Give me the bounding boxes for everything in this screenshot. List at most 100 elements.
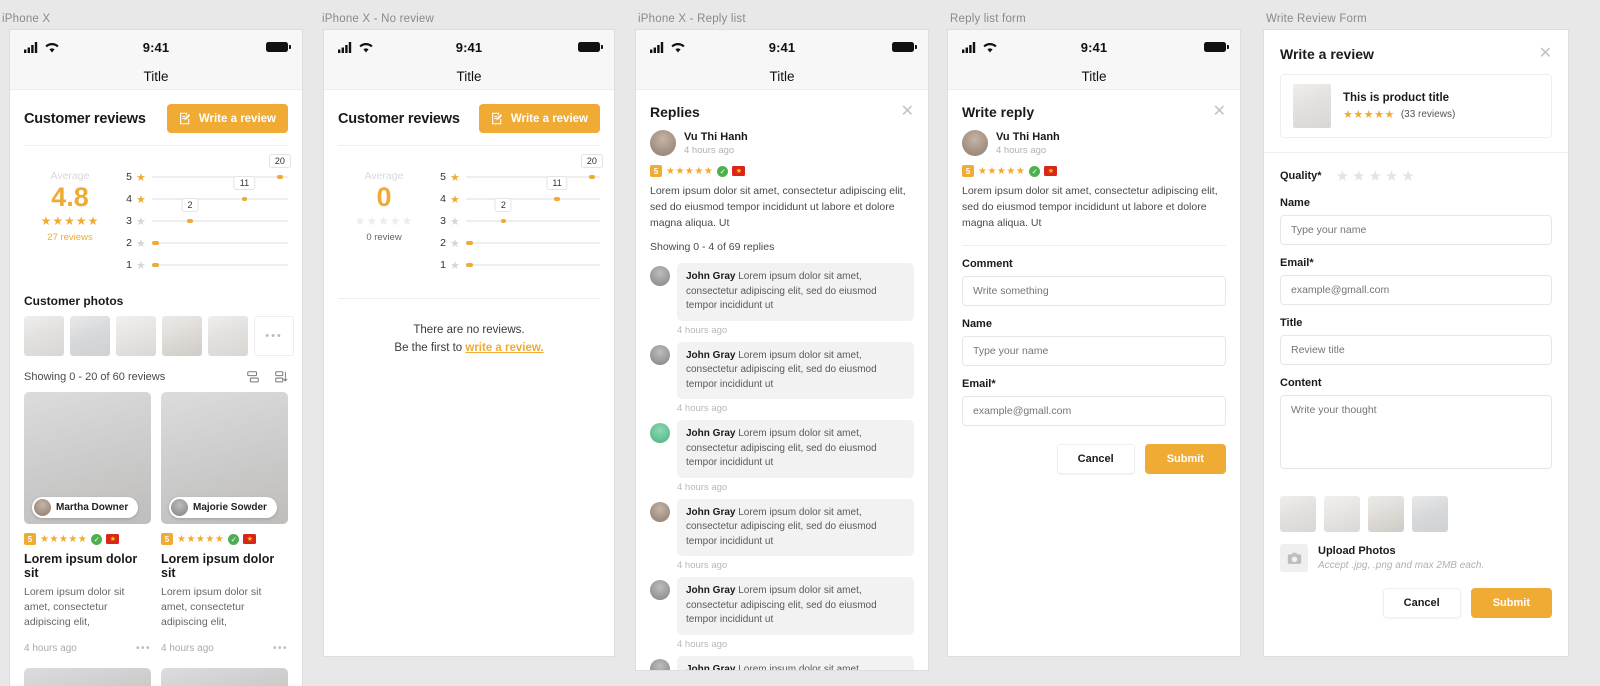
rating-bar-fill bbox=[241, 197, 248, 201]
rating-bar-row[interactable]: 5 ★ 20 bbox=[122, 154, 291, 188]
uploaded-photo-thumb[interactable] bbox=[1368, 496, 1404, 532]
rating-bar-value: 20 bbox=[268, 154, 291, 168]
rating-bar-track: 2 bbox=[151, 198, 288, 223]
upload-hint: Accept .jpg, .png and max 2MB each. bbox=[1318, 560, 1485, 571]
rating-bar-row[interactable]: 1 ★ bbox=[436, 254, 600, 276]
list-item[interactable]: John Gray Lorem ipsum dolor sit amet, co… bbox=[636, 652, 928, 670]
name-input[interactable] bbox=[962, 336, 1226, 367]
rating-row: 5 ★★★★★ ✓ ★ bbox=[636, 165, 928, 177]
submit-button[interactable]: Submit bbox=[1470, 588, 1552, 618]
avatar bbox=[650, 130, 676, 156]
status-bar: 9:41 bbox=[10, 30, 302, 64]
rating-stars: ★★★★★ bbox=[666, 165, 714, 177]
review-photo[interactable] bbox=[24, 667, 151, 686]
write-review-button[interactable]: Write a review bbox=[478, 104, 600, 133]
customer-photo-thumb[interactable] bbox=[208, 316, 248, 356]
write-review-modal: Write a review ✕ This is product title ★… bbox=[1264, 30, 1568, 656]
filter-icon[interactable] bbox=[246, 370, 260, 384]
phone-screen-reply-list: 9:41 Title Replies ✕ Vu Thi Hanh 4 hours… bbox=[636, 30, 928, 670]
write-review-link[interactable]: write a review. bbox=[465, 342, 543, 354]
write-review-pencil-icon bbox=[179, 112, 191, 125]
content-textarea[interactable] bbox=[1280, 395, 1552, 469]
rating-stars: ★★★★★ bbox=[177, 533, 225, 545]
rating-bar-row[interactable]: 2 ★ bbox=[122, 232, 288, 254]
comment-input[interactable] bbox=[962, 276, 1226, 307]
rating-bar-row[interactable]: 5 ★ 20 bbox=[436, 154, 603, 188]
cancel-button[interactable]: Cancel bbox=[1056, 444, 1135, 475]
list-item[interactable]: John Gray Lorem ipsum dolor sit amet, co… bbox=[636, 416, 928, 478]
customer-photo-thumb[interactable] bbox=[24, 316, 64, 356]
list-item[interactable]: John Gray Lorem ipsum dolor sit amet, co… bbox=[636, 259, 928, 321]
sort-icon[interactable] bbox=[274, 370, 288, 384]
more-dots-icon[interactable]: ••• bbox=[136, 643, 151, 654]
rating-bar-row[interactable]: 3 ★ 2 bbox=[436, 198, 600, 232]
customer-photo-thumb[interactable] bbox=[70, 316, 110, 356]
upload-text: Upload Photos Accept .jpg, .png and max … bbox=[1318, 545, 1484, 571]
uploaded-photo-thumb[interactable] bbox=[1280, 496, 1316, 532]
customer-reviews-header: Customer reviews Write a review bbox=[324, 90, 614, 145]
battery-icon bbox=[578, 42, 603, 52]
rating-bar-row[interactable]: 2 ★ bbox=[436, 232, 600, 254]
title-input[interactable] bbox=[1280, 335, 1552, 365]
frame-label: iPhone X bbox=[2, 13, 51, 25]
avatar bbox=[34, 499, 51, 516]
rating-bar-label: 3 bbox=[126, 215, 132, 227]
customer-photo-thumb[interactable] bbox=[116, 316, 156, 356]
name-label: Name bbox=[962, 318, 992, 331]
customer-photos-more-button[interactable]: ••• bbox=[254, 316, 294, 356]
rating-bar-value: 11 bbox=[546, 176, 568, 190]
star-icon: ★ bbox=[136, 237, 146, 250]
close-icon[interactable]: ✕ bbox=[901, 104, 914, 120]
rating-row: 5 ★★★★★ ✓ ★ bbox=[948, 165, 1240, 177]
rating-stars: ★★★★★ bbox=[978, 165, 1026, 177]
list-item[interactable]: John Gray Lorem ipsum dolor sit amet, co… bbox=[636, 573, 928, 635]
write-review-button[interactable]: Write a review bbox=[166, 104, 288, 133]
list-item[interactable]: John Gray Lorem ipsum dolor sit amet, co… bbox=[636, 338, 928, 400]
more-dots-icon[interactable]: ••• bbox=[273, 643, 288, 654]
rating-distribution-chart: 5 ★ 20 4 ★ 11 3 ★ 2 2 ★ 1 ★ bbox=[122, 154, 291, 276]
reply-time: 4 hours ago bbox=[677, 481, 728, 493]
list-item[interactable]: John Gray Lorem ipsum dolor sit amet, co… bbox=[636, 495, 928, 557]
email-input[interactable] bbox=[1280, 275, 1552, 305]
product-info: This is product title ★★★★★ (33 reviews) bbox=[1343, 92, 1455, 121]
battery-icon bbox=[1204, 42, 1229, 52]
rating-bar-row[interactable]: 4 ★ 11 bbox=[436, 176, 600, 210]
rating-bar-value: 2 bbox=[181, 198, 199, 212]
frame-reply-list: iPhone X - Reply list 9:41 Title Replies… bbox=[636, 0, 948, 686]
review-text: Lorem ipsum dolor sit amet, consectetur … bbox=[161, 586, 262, 629]
reply-author: John Gray bbox=[686, 506, 736, 518]
empty-state-message: There are no reviews. Be the first to wr… bbox=[324, 299, 614, 358]
cancel-button[interactable]: Cancel bbox=[1382, 588, 1461, 618]
uploaded-photo-thumb[interactable] bbox=[1412, 496, 1448, 532]
uploaded-photo-thumb[interactable] bbox=[1324, 496, 1360, 532]
product-rating: ★★★★★ (33 reviews) bbox=[1343, 108, 1455, 121]
review-photo[interactable] bbox=[161, 667, 288, 686]
review-photo[interactable]: Martha Downer bbox=[24, 392, 151, 524]
average-label: Average bbox=[364, 170, 404, 182]
reply-time: 4 hours ago bbox=[677, 560, 728, 572]
avatar bbox=[171, 499, 188, 516]
quality-star-rating-input[interactable]: ★★★★★ bbox=[1336, 167, 1418, 185]
review-card[interactable]: Martha Downer 5 ★★★★★ ✓ ★ Lorem ipsum do… bbox=[24, 392, 151, 654]
star-icon: ★ bbox=[136, 171, 146, 184]
close-icon[interactable]: ✕ bbox=[1213, 104, 1226, 120]
rating-bar-row[interactable]: 4 ★ 11 bbox=[122, 176, 288, 210]
rating-bar-row[interactable]: 3 ★ 2 bbox=[122, 198, 288, 232]
showing-replies-count: Showing 0 - 4 of 69 replies bbox=[650, 241, 775, 254]
name-input[interactable] bbox=[1280, 215, 1552, 245]
review-card[interactable]: Majorie Sowder 5 ★★★★★ ✓ ★ Lorem ipsum d… bbox=[161, 392, 288, 654]
reply-bubble: John Gray Lorem ipsum dolor sit amet, co… bbox=[677, 263, 914, 321]
upload-photos-row[interactable]: Upload Photos Accept .jpg, .png and max … bbox=[1264, 532, 1568, 572]
customer-photos-title: Customer photos bbox=[24, 294, 124, 308]
customer-photo-thumb[interactable] bbox=[162, 316, 202, 356]
review-photo[interactable]: Majorie Sowder bbox=[161, 392, 288, 524]
rating-bar-row[interactable]: 1 ★ bbox=[122, 254, 288, 276]
rating-bar-track bbox=[151, 263, 288, 267]
frame-label: iPhone X - Reply list bbox=[638, 13, 746, 25]
upload-title: Upload Photos bbox=[1318, 545, 1396, 557]
close-icon[interactable]: ✕ bbox=[1539, 46, 1552, 62]
review-text: Lorem ipsum dolor sit amet, consectetur … bbox=[24, 586, 125, 629]
modal-title: Write a review bbox=[1280, 46, 1374, 62]
submit-button[interactable]: Submit bbox=[1144, 444, 1226, 475]
email-input[interactable] bbox=[962, 396, 1226, 427]
